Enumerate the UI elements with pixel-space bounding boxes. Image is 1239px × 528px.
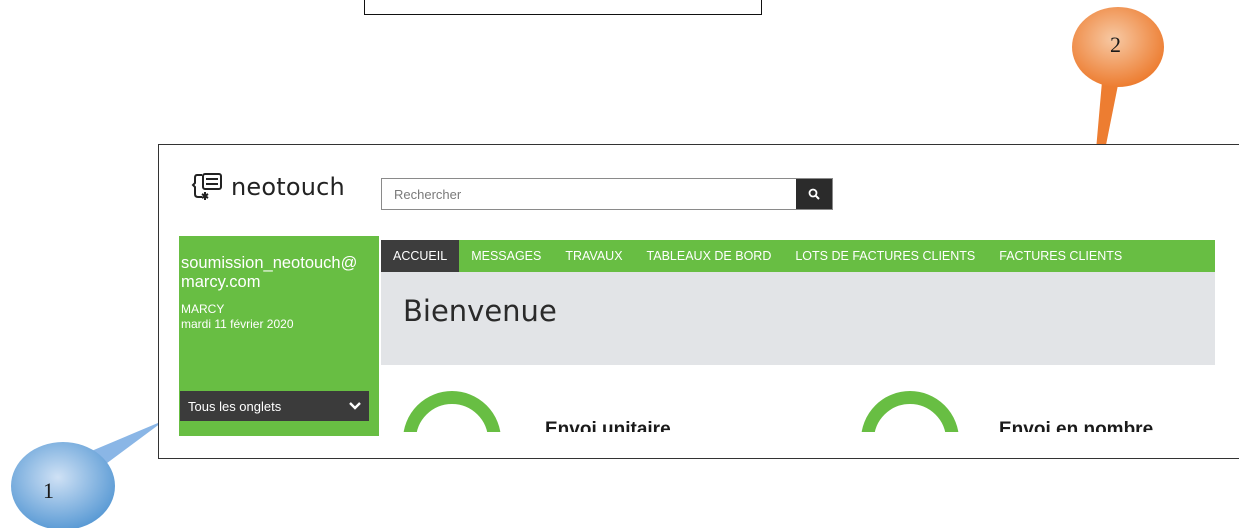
user-date: mardi 11 février 2020: [181, 317, 294, 331]
logo-text: neotouch: [231, 173, 345, 201]
chevron-down-icon: [349, 402, 361, 410]
callout-1-number: 1: [43, 478, 54, 503]
user-email: soumission_neotouch@marcy.com: [181, 254, 358, 291]
user-company: MARCY: [181, 302, 225, 316]
screenshot-frame: neotouch soumission_neotouch@marcy.com M…: [158, 144, 1239, 459]
main-nav: ACCUEIL MESSAGES TRAVAUX TABLEAUX DE BOR…: [381, 240, 1215, 272]
gear-document-icon: [191, 173, 222, 200]
logo[interactable]: neotouch: [191, 170, 345, 204]
search-bar: [381, 178, 833, 210]
page-title: Bienvenue: [403, 294, 557, 328]
nav-item-messages[interactable]: MESSAGES: [459, 240, 553, 272]
nav-item-tableaux-de-bord[interactable]: TABLEAUX DE BORD: [635, 240, 784, 272]
nav-item-travaux[interactable]: TRAVAUX: [553, 240, 634, 272]
all-tabs-label: Tous les onglets: [188, 398, 282, 414]
nav-item-lots-factures-clients[interactable]: LOTS DE FACTURES CLIENTS: [783, 240, 987, 272]
user-sidebar: soumission_neotouch@marcy.com MARCY mard…: [179, 236, 379, 436]
callout-1-bubble: [11, 442, 115, 528]
nav-item-accueil[interactable]: ACCUEIL: [381, 240, 460, 272]
crop-mask: [379, 432, 1239, 458]
search-input[interactable]: [382, 179, 796, 209]
search-icon: [808, 188, 820, 200]
search-button[interactable]: [796, 179, 832, 209]
nav-item-factures-clients[interactable]: FACTURES CLIENTS: [987, 240, 1134, 272]
all-tabs-dropdown[interactable]: Tous les onglets: [180, 391, 369, 421]
welcome-banner: Bienvenue: [381, 272, 1215, 365]
callout-2-number: 2: [1110, 32, 1121, 57]
